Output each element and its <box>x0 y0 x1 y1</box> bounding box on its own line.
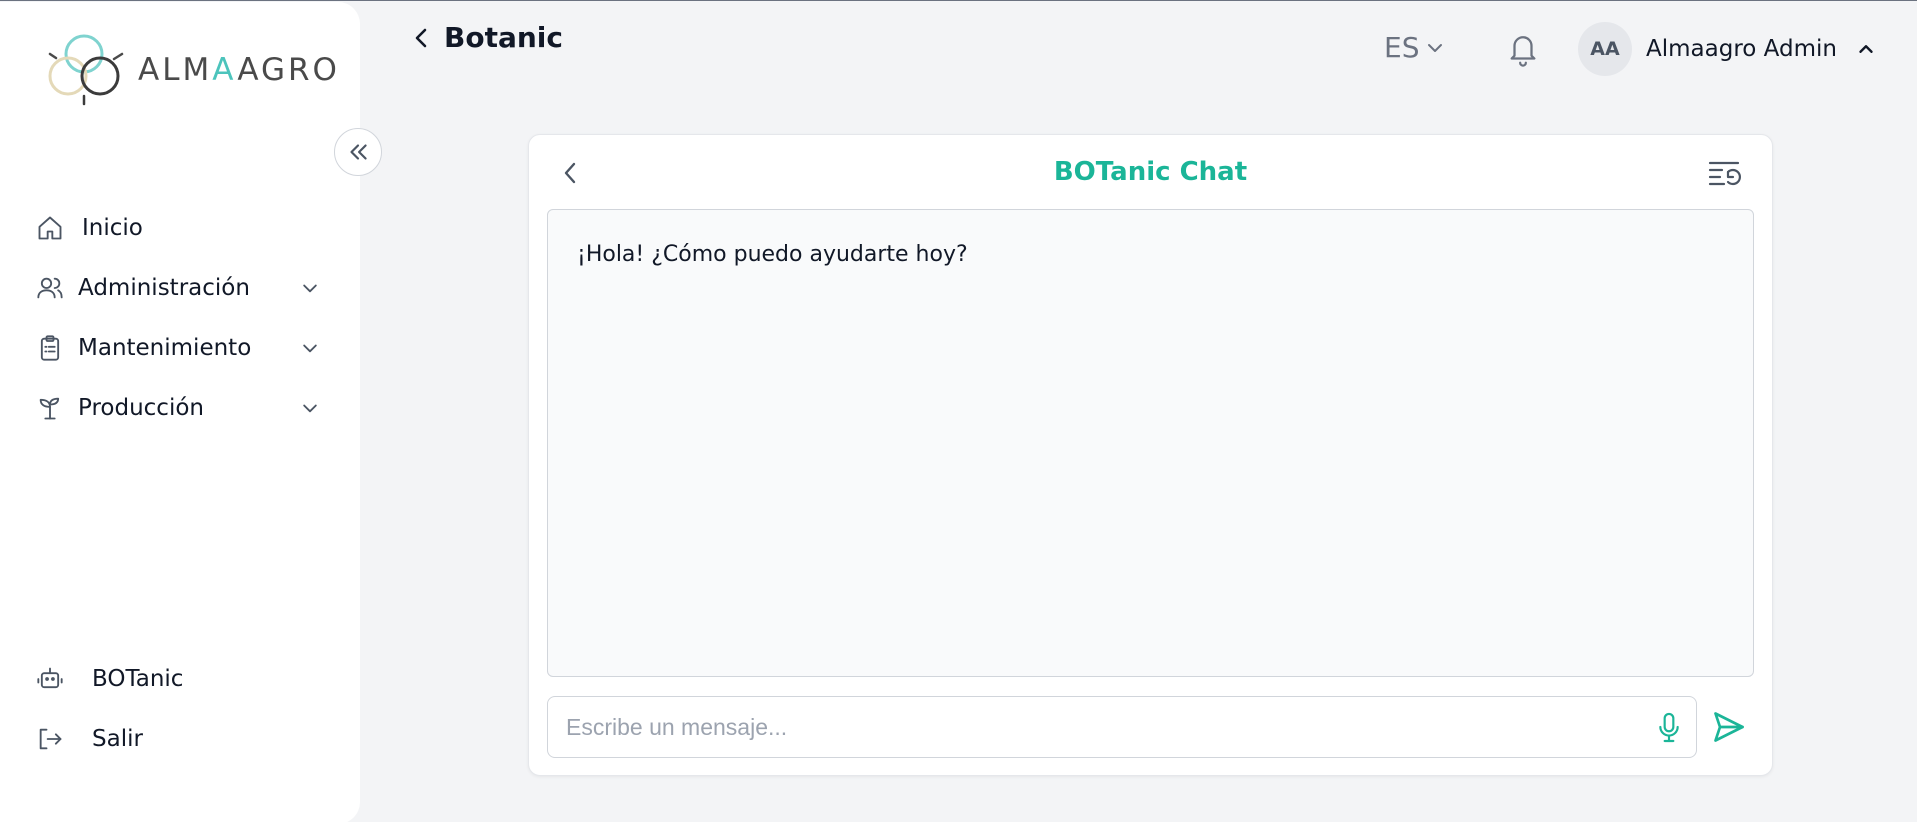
sidebar-nav: Inicio Administración Mantenimiento Prod… <box>34 198 324 438</box>
chevron-left-icon <box>564 162 576 184</box>
logout-icon <box>34 723 66 755</box>
chat-back-button[interactable] <box>559 159 583 191</box>
clipboard-icon <box>34 332 66 364</box>
chevron-down-icon[interactable] <box>296 274 324 302</box>
sidebar-item-label: Producción <box>78 395 204 421</box>
sidebar-item-label: Salir <box>92 726 143 752</box>
users-icon <box>34 272 66 304</box>
collapse-sidebar-button[interactable] <box>334 128 382 176</box>
robot-icon <box>34 663 66 695</box>
sidebar-item-produccion[interactable]: Producción <box>34 378 324 438</box>
history-list-icon <box>1708 161 1741 186</box>
sidebar-item-label: Administración <box>78 275 250 301</box>
chat-history-button[interactable] <box>1708 159 1742 193</box>
avatar: AA <box>1578 22 1632 76</box>
logo-text: ALMAAGRO <box>138 52 340 88</box>
microphone-icon <box>1659 712 1679 743</box>
sidebar-item-label: Mantenimiento <box>78 335 252 361</box>
sidebar-item-label: BOTanic <box>92 666 184 692</box>
bot-message: ¡Hola! ¿Cómo puedo ayudarte hoy? <box>577 242 968 267</box>
home-icon <box>34 212 66 244</box>
chat-input-row <box>547 696 1754 758</box>
chat-messages: ¡Hola! ¿Cómo puedo ayudarte hoy? <box>547 209 1754 677</box>
chat-panel: BOTanic Chat ¡Hola! ¿Cómo puedo ayudarte… <box>528 134 1773 776</box>
bell-icon <box>1510 36 1536 67</box>
chat-title: BOTanic Chat <box>1053 157 1248 187</box>
chevron-down-icon[interactable] <box>296 394 324 422</box>
sidebar-item-salir[interactable]: Salir <box>34 709 324 769</box>
language-label: ES <box>1384 31 1420 64</box>
sprout-icon <box>34 392 66 424</box>
chevron-left-icon <box>415 28 427 47</box>
notifications-button[interactable] <box>1506 31 1540 73</box>
sidebar-item-administracion[interactable]: Administración <box>34 258 324 318</box>
sidebar-item-label: Inicio <box>82 215 143 241</box>
chevron-down-icon[interactable] <box>296 334 324 362</box>
chevrons-left-icon <box>350 144 367 160</box>
logo-mark-icon <box>48 34 124 106</box>
chevron-down-icon <box>1428 43 1443 52</box>
user-name: Almaagro Admin <box>1646 36 1837 62</box>
page-title: Botanic <box>444 21 563 54</box>
user-menu[interactable]: AA Almaagro Admin <box>1578 22 1877 76</box>
sidebar-item-inicio[interactable]: Inicio <box>34 198 324 258</box>
sidebar: ALMAAGRO Inicio Administración Mantenimi… <box>0 2 360 822</box>
send-icon <box>1714 712 1744 742</box>
chat-header: BOTanic Chat <box>529 135 1772 209</box>
send-button[interactable] <box>1711 709 1747 749</box>
sidebar-item-mantenimiento[interactable]: Mantenimiento <box>34 318 324 378</box>
chevron-up-icon <box>1859 45 1873 53</box>
sidebar-bottom-nav: BOTanic Salir <box>34 649 324 769</box>
microphone-button[interactable] <box>1656 711 1682 749</box>
sidebar-item-botanic[interactable]: BOTanic <box>34 649 324 709</box>
language-selector[interactable]: ES <box>1384 31 1447 64</box>
chat-input-wrapper <box>547 696 1697 758</box>
almaagro-logo[interactable]: ALMAAGRO <box>44 32 340 108</box>
message-input[interactable] <box>566 709 1616 745</box>
page-title-back[interactable]: Botanic <box>412 21 563 54</box>
